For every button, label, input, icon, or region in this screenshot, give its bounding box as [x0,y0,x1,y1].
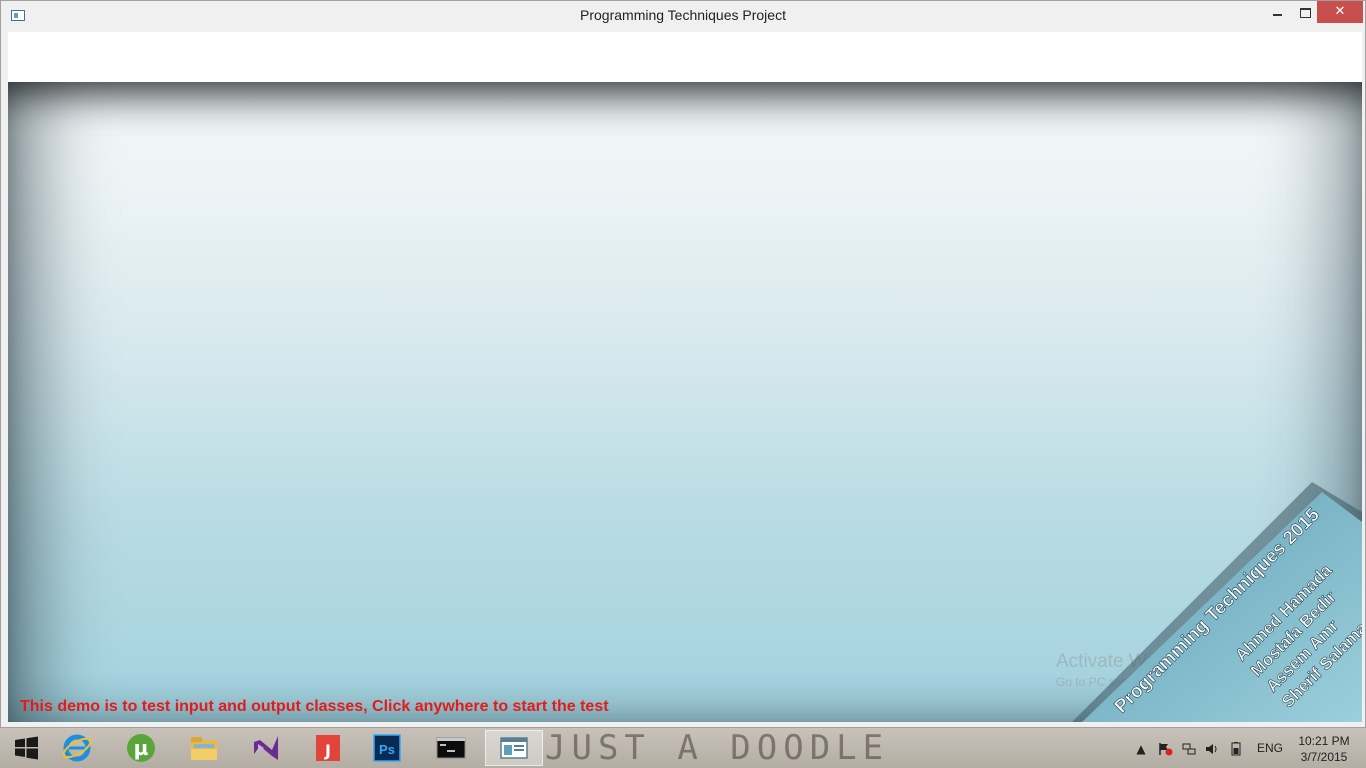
watermark-title: Activate Windows [1056,651,1206,672]
banner-name-1: Ahmed Hamada [1231,560,1336,665]
visual-studio-icon [254,736,278,760]
taskbar-app-utorrent[interactable]: µ [112,730,170,766]
network-icon[interactable] [1181,742,1197,756]
project-window-icon [500,737,528,759]
activate-windows-watermark: Activate Windows Go to PC settings to ac… [1056,651,1356,689]
taskbar-app-project-window[interactable] [485,730,543,766]
clock-date: 3/7/2015 [1300,750,1348,764]
instruction-text: This demo is to test input and output cl… [20,698,609,715]
maximize-button[interactable] [1291,1,1319,23]
taskbar-app-command-prompt[interactable] [422,730,480,766]
volume-icon[interactable] [1204,742,1220,756]
language-indicator[interactable]: ENG [1257,741,1283,755]
show-hidden-icons-chevron-up-icon[interactable]: ▲ [1133,742,1149,756]
windows-logo-icon [15,736,38,760]
utorrent-icon: µ [127,734,155,762]
svg-text:Ps: Ps [379,742,395,757]
svg-text:µ: µ [134,736,149,760]
minimize-button[interactable] [1263,1,1291,23]
acrobat-icon: J [316,735,340,761]
taskbar-app-visual-studio[interactable] [237,730,295,766]
wallpaper-doodle-text: JUST A DOODLE [545,728,890,768]
taskbar-app-internet-explorer[interactable] [48,730,106,766]
system-clock[interactable]: 10:21 PM 3/7/2015 [1296,733,1352,765]
minimize-icon [1272,13,1282,16]
internet-explorer-icon [62,734,92,762]
taskbar-app-acrobat[interactable]: J [299,730,357,766]
maximize-icon [1299,7,1311,18]
clock-time: 10:21 PM [1298,734,1350,748]
svg-text:J: J [324,741,331,760]
app-window: Programming Techniques Project ✕ Activat… [0,0,1366,728]
taskbar-app-file-explorer[interactable] [175,730,233,766]
photoshop-icon: Ps [373,734,401,762]
action-center-flag-icon[interactable] [1157,742,1173,756]
toolbar-area[interactable] [8,32,1362,82]
close-button[interactable]: ✕ [1317,1,1363,23]
taskbar: JUST A DOODLE µ J Ps ▲ ENG 10:21 PM 3/7/… [0,728,1366,768]
drawing-canvas[interactable]: Activate Windows Go to PC settings to ac… [8,82,1362,722]
file-explorer-icon [191,737,217,760]
close-icon: ✕ [1334,4,1346,19]
taskbar-app-photoshop[interactable]: Ps [358,730,416,766]
start-button[interactable] [6,732,46,764]
battery-icon[interactable] [1228,742,1244,756]
watermark-subtitle: Go to PC settings to activate Windows. [1056,675,1264,689]
title-bar[interactable]: Programming Techniques Project ✕ [1,1,1365,31]
canvas-vignette [8,82,1362,722]
command-prompt-icon [436,737,466,759]
window-title: Programming Techniques Project [580,7,786,23]
